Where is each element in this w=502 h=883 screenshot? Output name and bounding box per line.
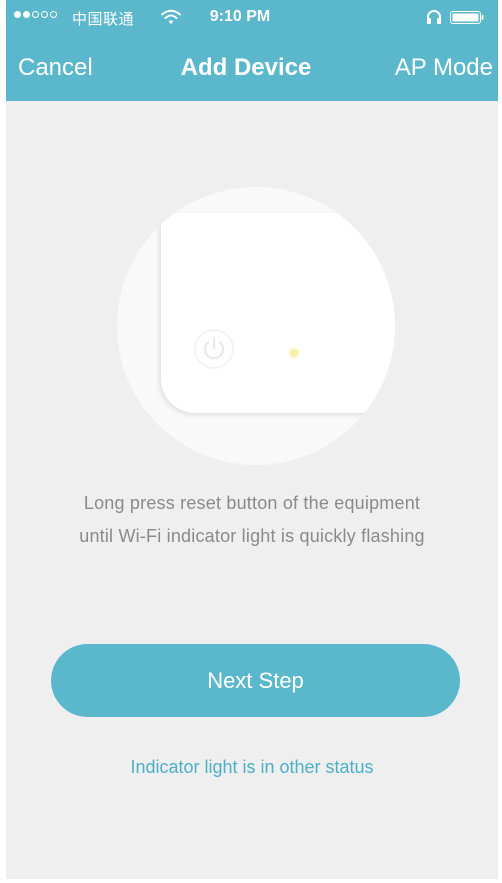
status-bar: 中国联通 9:10 PM: [6, 0, 498, 36]
instruction-line: until Wi-Fi indicator light is quickly f…: [79, 526, 425, 546]
top-bar: 中国联通 9:10 PM Cancel Add Device AP Mode: [6, 0, 498, 101]
indicator-other-status-link[interactable]: Indicator light is in other status: [6, 757, 498, 778]
status-time: 9:10 PM: [209, 8, 271, 25]
indicator-led-icon: [290, 349, 298, 357]
instruction-line: Long press reset button of the equipment: [83, 493, 421, 513]
next-step-button[interactable]: Next Step: [51, 644, 460, 717]
instruction-text: Long press reset button of the equipment…: [6, 487, 498, 553]
headphone-icon: [427, 10, 441, 24]
ap-mode-button[interactable]: AP Mode: [395, 54, 493, 82]
battery-icon: [450, 11, 484, 24]
device-illustration: [117, 187, 395, 465]
power-icon: [194, 329, 234, 369]
navigation-bar: Cancel Add Device AP Mode: [6, 36, 498, 101]
app-screen: 中国联通 9:10 PM Cancel Add Device AP Mode L…: [6, 0, 498, 879]
router-illustration: [161, 213, 395, 413]
